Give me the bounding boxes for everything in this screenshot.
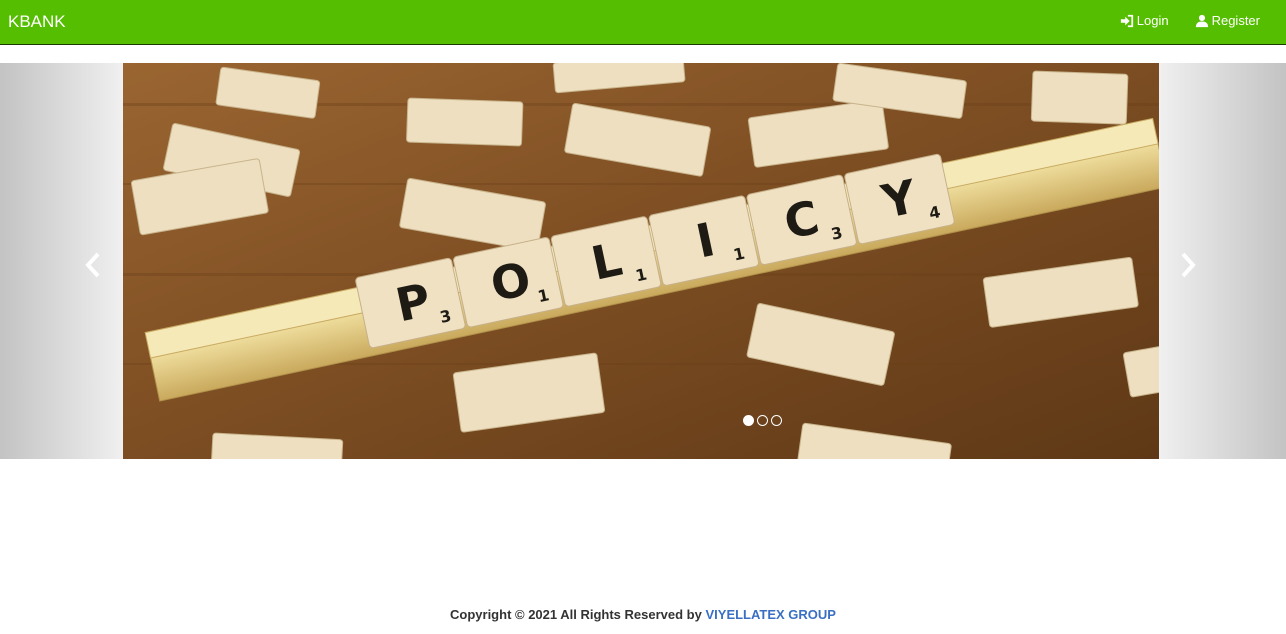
- register-link[interactable]: Register: [1195, 13, 1260, 28]
- carousel-indicator-1[interactable]: [743, 415, 754, 426]
- copyright-text: Copyright © 2021 All Rights Reserved by: [450, 607, 702, 622]
- register-label: Register: [1211, 13, 1260, 28]
- policy-scrabble-image: P 3 O 1 L 1 I 1 C 3 Y 4: [123, 63, 1159, 459]
- top-navbar: KBANK Login Register: [0, 0, 1286, 45]
- login-link[interactable]: Login: [1120, 13, 1169, 28]
- nav-links: Login Register: [1120, 13, 1260, 28]
- user-icon: [1195, 14, 1208, 27]
- carousel-indicator-2[interactable]: [757, 415, 768, 426]
- chevron-left-icon: [85, 252, 100, 278]
- carousel-next-button[interactable]: [1159, 63, 1286, 459]
- carousel-indicators: [743, 415, 782, 426]
- carousel-prev-button[interactable]: [0, 63, 123, 459]
- company-link[interactable]: VIYELLATEX GROUP: [705, 607, 836, 622]
- login-label: Login: [1136, 13, 1169, 28]
- page-footer: Copyright © 2021 All Rights Reserved by …: [0, 607, 1286, 622]
- brand-link[interactable]: KBANK: [8, 12, 66, 32]
- login-icon: [1120, 14, 1133, 27]
- image-carousel: P 3 O 1 L 1 I 1 C 3 Y 4: [0, 63, 1286, 459]
- carousel-slide-policy: P 3 O 1 L 1 I 1 C 3 Y 4: [123, 63, 1159, 459]
- chevron-right-icon: [1181, 252, 1196, 278]
- carousel-indicator-3[interactable]: [771, 415, 782, 426]
